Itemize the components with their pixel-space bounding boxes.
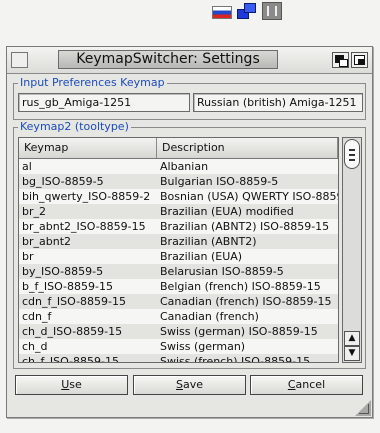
list-item[interactable]: br_abnt2_ISO-8859-15 Brazilian (ABNT2) IS… xyxy=(19,219,338,234)
russian-flag-icon[interactable] xyxy=(212,6,232,19)
use-button[interactable]: Use xyxy=(15,375,128,395)
description-cell: Canadian (french) ISO-8859-15 xyxy=(160,295,332,308)
keymap-cell: b_f_ISO-8859-15 xyxy=(22,280,113,293)
list-scrollbar[interactable]: ▲ ▼ xyxy=(342,137,362,363)
keymap-cell: cdn_f xyxy=(22,310,52,323)
input-preferences-group: Input Preferences Keymap rus_gb_Amiga-12… xyxy=(13,76,366,120)
settings-window: KeymapSwitcher: Settings Input Preferenc… xyxy=(6,46,373,418)
description-cell: Brazilian (ABNT2) ISO-8859-15 xyxy=(160,220,330,233)
list-rows: al Albanian bg_ISO-8859-5 Bulgarian ISO-885… xyxy=(19,159,338,363)
description-cell: Bosnian (USA) QWERTY ISO-8859- xyxy=(160,190,338,203)
keymap-cell: br xyxy=(22,250,34,263)
keymap-cell: cdn_f_ISO-8859-15 xyxy=(22,295,126,308)
keymap-cell: br_abnt2 xyxy=(22,235,72,248)
close-icon[interactable] xyxy=(11,52,28,68)
description-cell: Swiss (german) ISO-8859-15 xyxy=(160,325,318,338)
resize-icon[interactable] xyxy=(355,400,371,416)
keymap-cell: ch_d_ISO-8859-15 xyxy=(22,325,123,338)
list-item[interactable]: by_ISO-8859-5 Belarusian ISO-8859-5 xyxy=(19,264,338,279)
depth-icon[interactable] xyxy=(332,52,349,68)
list-header: Keymap Description xyxy=(19,138,338,159)
list-item[interactable]: bih_qwerty_ISO-8859-2 Bosnian (USA) QWERT… xyxy=(19,189,338,204)
description-cell: Swiss (german) xyxy=(160,340,246,353)
keymap2-label: Keymap2 (tooltype) xyxy=(18,120,131,134)
window-title: KeymapSwitcher: Settings xyxy=(58,50,278,69)
keymap-cell: bih_qwerty_ISO-8859-2 xyxy=(22,190,151,203)
list-item[interactable]: bg_ISO-8859-5 Bulgarian ISO-8859-5 xyxy=(19,174,338,189)
arrow-down-icon[interactable]: ▼ xyxy=(344,346,360,361)
scroll-knob[interactable] xyxy=(344,139,360,169)
zoom-icon[interactable] xyxy=(351,52,368,68)
description-cell: Albanian xyxy=(160,160,209,173)
save-button[interactable]: Save xyxy=(133,375,246,395)
keymap-cell: bg_ISO-8859-5 xyxy=(22,175,104,188)
screens-icon[interactable] xyxy=(235,2,256,20)
list-item[interactable]: b_f_ISO-8859-15 Belgian (french) ISO-8859… xyxy=(19,279,338,294)
arrow-up-icon[interactable]: ▲ xyxy=(344,331,360,346)
description-cell: Brazilian (EUA) modified xyxy=(160,205,294,218)
list-item[interactable]: br Brazilian (EUA) xyxy=(19,249,338,264)
keymap2-group: Keymap2 (tooltype) Keymap Description al… xyxy=(13,120,366,369)
description-cell: Brazilian (EUA) xyxy=(160,250,243,263)
current-keymap-field: rus_gb_Amiga-1251 xyxy=(18,93,190,112)
prefs-icon[interactable] xyxy=(262,2,282,20)
screen-title-icons xyxy=(212,2,282,22)
list-item[interactable]: ch_d Swiss (german) xyxy=(19,339,338,354)
description-cell: Belarusian ISO-8859-5 xyxy=(160,265,284,278)
current-keymap-description: Russian (british) Amiga-1251 xyxy=(193,93,363,112)
keymap-cell: br_2 xyxy=(22,205,47,218)
column-header-description[interactable]: Description xyxy=(157,138,338,158)
keymap-list[interactable]: Keymap Description al Albanian bg_ISO-8859… xyxy=(18,137,339,363)
keymap-cell: ch_d xyxy=(22,340,48,353)
cancel-button[interactable]: Cancel xyxy=(250,375,363,395)
list-item[interactable]: cdn_f_ISO-8859-15 Canadian (french) ISO-8… xyxy=(19,294,338,309)
list-item[interactable]: al Albanian xyxy=(19,159,338,174)
description-cell: Canadian (french) xyxy=(160,310,259,323)
list-item[interactable]: br_abnt2 Brazilian (ABNT2) xyxy=(19,234,338,249)
description-cell: Bulgarian ISO-8859-5 xyxy=(160,175,279,188)
description-cell: Belgian (french) ISO-8859-15 xyxy=(160,280,321,293)
keymap-cell: al xyxy=(22,160,32,173)
list-item[interactable]: ch_d_ISO-8859-15 Swiss (german) ISO-8859-… xyxy=(19,324,338,339)
description-cell: Brazilian (ABNT2) xyxy=(160,235,257,248)
list-item[interactable]: cdn_f Canadian (french) xyxy=(19,309,338,324)
keymap-cell: by_ISO-8859-5 xyxy=(22,265,104,278)
keymap-cell: br_abnt2_ISO-8859-15 xyxy=(22,220,146,233)
list-item[interactable]: ch_f_ISO-8859-15 Swiss (french) ISO-8859-… xyxy=(19,354,338,363)
title-bar[interactable]: KeymapSwitcher: Settings xyxy=(7,47,372,74)
description-cell: Swiss (french) ISO-8859-15 xyxy=(160,355,311,363)
column-header-keymap[interactable]: Keymap xyxy=(19,138,157,158)
keymap-cell: ch_f_ISO-8859-15 xyxy=(22,355,120,363)
input-preferences-label: Input Preferences Keymap xyxy=(18,76,167,90)
list-item[interactable]: br_2 Brazilian (EUA) modified xyxy=(19,204,338,219)
